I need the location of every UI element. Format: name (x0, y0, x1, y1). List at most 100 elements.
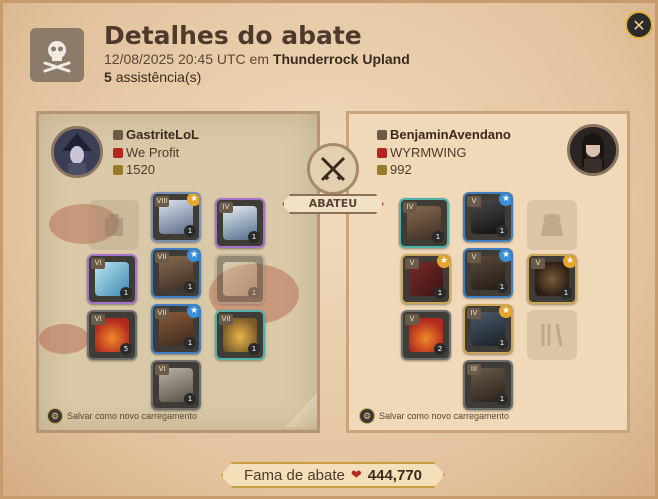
tier-badge: V (467, 196, 481, 207)
offhand-slot[interactable]: 1 (215, 254, 265, 304)
star-icon: ★ (437, 256, 449, 268)
bag-slot[interactable]: IV 1 (399, 198, 449, 248)
quantity-badge: 2 (434, 343, 446, 355)
tier-badge: V (531, 258, 545, 269)
quantity-badge: 1 (184, 225, 196, 237)
quantity-badge: 1 (184, 337, 196, 349)
kill-fame-value: 444,770 (367, 466, 423, 484)
star-icon: ★ (187, 194, 199, 206)
star-icon: ★ (499, 250, 511, 262)
quantity-badge: 1 (248, 231, 260, 243)
tier-badge: VIII (155, 196, 169, 207)
tier-badge: VI (155, 364, 169, 375)
victim-guild[interactable]: WYRMWING (377, 145, 467, 160)
killer-guild[interactable]: We Profit (113, 145, 179, 160)
victim-avatar[interactable] (567, 124, 619, 176)
save-loadout-label: Salvar como novo carregamento (67, 411, 198, 421)
star-icon: ★ (499, 194, 511, 206)
kill-timestamp-location: 12/08/2025 20:45 UTC em Thunderrock Upla… (104, 51, 410, 67)
killer-avatar[interactable] (51, 126, 103, 178)
star-icon: ★ (187, 306, 199, 318)
mainhand-slot[interactable]: VI 1 (87, 254, 137, 304)
assists-number: 5 (104, 69, 112, 85)
quantity-badge: 1 (248, 343, 260, 355)
tier-badge: V (467, 252, 481, 263)
star-icon: ★ (187, 250, 199, 262)
victim-item-power: 992 (377, 162, 412, 177)
killer-item-power: 1520 (113, 162, 155, 177)
bag-slot[interactable] (89, 200, 139, 250)
quantity-badge: 1 (496, 393, 508, 405)
fame-icon: ❤ (350, 467, 362, 482)
quantity-badge: 1 (120, 287, 132, 299)
quantity-badge: 1 (496, 225, 508, 237)
page-title: Detalhes do abate (104, 21, 362, 50)
mount-slot[interactable]: VI 1 (151, 360, 201, 410)
quantity-badge: 1 (560, 287, 572, 299)
potion-slot[interactable]: VI 5 (87, 310, 137, 360)
kill-timestamp: 12/08/2025 20:45 UTC em (104, 51, 269, 67)
killed-label: ABATEU (282, 194, 384, 214)
quantity-badge: 5 (120, 343, 132, 355)
tier-badge: III (467, 364, 481, 375)
guild-shield-icon (113, 148, 123, 158)
item-power-icon (377, 165, 387, 175)
skull-crossbones-icon (30, 28, 84, 82)
kill-fame-banner: Fama de abate ❤ 444,770 (221, 462, 445, 488)
victim-name[interactable]: BenjaminAvendano (377, 127, 511, 142)
blood-splatter (39, 324, 89, 354)
guild-shield-icon (377, 148, 387, 158)
shoes-slot[interactable]: IV ★ 1 (463, 304, 513, 354)
save-icon: ⚙ (359, 408, 375, 424)
food-slot[interactable] (527, 310, 577, 360)
star-icon: ★ (499, 306, 511, 318)
quantity-badge: 1 (184, 393, 196, 405)
tier-badge: VI (91, 258, 105, 269)
mount-slot[interactable]: III 1 (463, 360, 513, 410)
head-slot[interactable]: VIII ★ 1 (151, 192, 201, 242)
quantity-badge: 1 (434, 287, 446, 299)
item-power-icon (113, 165, 123, 175)
cape-slot[interactable]: IV 1 (215, 198, 265, 248)
shoes-slot[interactable]: VII ★ 1 (151, 304, 201, 354)
player-icon (113, 130, 123, 140)
tier-badge: V (405, 314, 419, 325)
tier-badge: VII (219, 314, 233, 325)
quantity-badge: 1 (248, 287, 260, 299)
tier-badge: IV (219, 202, 233, 213)
kill-fame-label: Fama de abate (243, 466, 345, 484)
food-slot[interactable]: VII 1 (215, 310, 265, 360)
tier-badge: IV (403, 202, 417, 213)
assists-label: assistência(s) (115, 69, 202, 85)
potion-slot[interactable]: V 2 (401, 310, 451, 360)
quantity-badge: 1 (432, 231, 444, 243)
save-icon: ⚙ (47, 408, 63, 424)
victim-panel: BenjaminAvendano WYRMWING 992 IV 1 V ★ 1… (346, 111, 630, 433)
kill-location: Thunderrock Upland (272, 51, 410, 67)
save-loadout-button[interactable]: ⚙ Salvar como novo carregamento (47, 408, 197, 424)
player-icon (377, 130, 387, 140)
cape-slot[interactable] (527, 200, 577, 250)
killer-name[interactable]: GastriteLoL (113, 127, 199, 142)
killer-panel: GastriteLoL We Profit 1520 VIII ★ 1 IV 1… (36, 111, 320, 433)
tier-badge: VII (155, 308, 169, 319)
tier-badge: IV (467, 308, 481, 319)
head-slot[interactable]: V ★ 1 (463, 192, 513, 242)
quantity-badge: 1 (496, 337, 508, 349)
tier-badge: VII (155, 252, 169, 263)
save-loadout-label: Salvar como novo carregamento (379, 411, 510, 421)
chest-slot[interactable]: VII ★ 1 (151, 248, 201, 298)
kill-details-window: Detalhes do abate 12/08/2025 20:45 UTC e… (0, 0, 658, 499)
tier-badge: VI (91, 314, 105, 325)
offhand-slot[interactable]: V ★ 1 (527, 254, 577, 304)
close-button[interactable]: ✕ (625, 11, 653, 39)
chest-slot[interactable]: V ★ 1 (463, 248, 513, 298)
save-loadout-button[interactable]: ⚙ Salvar como novo carregamento (359, 408, 509, 424)
assists-count: 5 assistência(s) (104, 69, 201, 85)
mainhand-slot[interactable]: V ★ 1 (401, 254, 451, 304)
crossed-swords-icon (307, 143, 359, 195)
tier-badge: V (405, 258, 419, 269)
quantity-badge: 1 (184, 281, 196, 293)
quantity-badge: 1 (496, 281, 508, 293)
close-icon: ✕ (632, 15, 646, 35)
